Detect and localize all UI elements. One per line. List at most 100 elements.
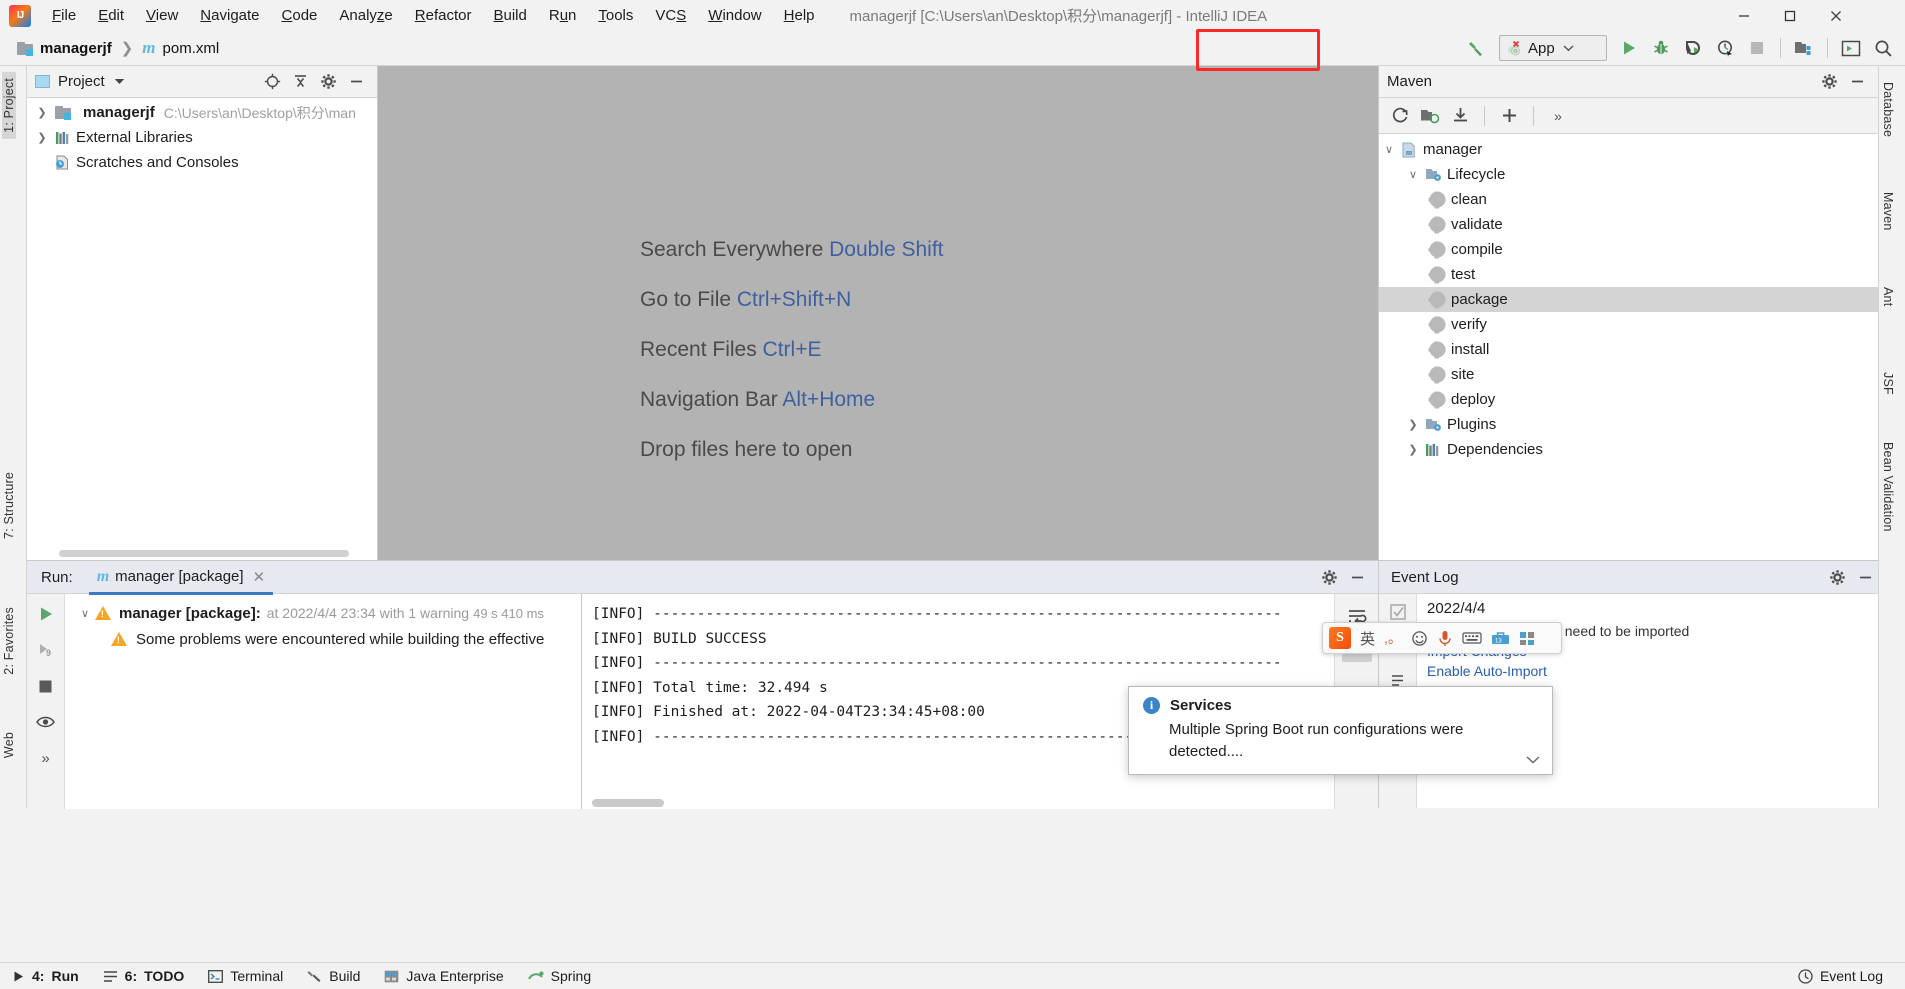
sidebar-item-project[interactable]: 1: Project [2,72,16,139]
add-icon[interactable] [1496,104,1522,128]
run-coverage-icon[interactable] [1677,34,1709,62]
toolbox-icon[interactable]: 13 [1491,630,1510,646]
maven-goal-test[interactable]: test [1379,262,1878,287]
run-configuration-selector[interactable]: App [1499,35,1607,61]
window-minimize-button[interactable] [1721,0,1767,31]
rerun-icon[interactable] [33,602,59,626]
hide-icon[interactable] [1344,565,1370,589]
build-result-warning[interactable]: Some problems were encountered while bui… [65,626,581,652]
event-log-link-enable-auto-import[interactable]: Enable Auto-Import [1427,663,1878,679]
open-terminal-icon[interactable] [1835,34,1867,62]
status-item-terminal[interactable]: Terminal [196,963,295,989]
menu-run[interactable]: Run [538,0,588,31]
services-notification-popup[interactable]: Services Multiple Spring Boot run config… [1128,686,1553,775]
menu-analyze[interactable]: Analyze [328,0,403,31]
breadcrumb-project[interactable]: managerjf [40,40,112,57]
maven-goal-clean[interactable]: clean [1379,187,1878,212]
tree-item-scratches[interactable]: Scratches and Consoles [27,150,377,175]
sidebar-item-ant[interactable]: Ant [1881,281,1895,312]
run-icon[interactable] [1613,34,1645,62]
ime-mode-chinese[interactable]: 英 [1360,628,1375,649]
menu-edit[interactable]: Edit [87,0,135,31]
gear-icon[interactable] [1316,565,1342,589]
gear-icon[interactable] [1824,565,1850,589]
tree-item-external-libraries[interactable]: ❯ External Libraries [27,125,377,150]
window-maximize-button[interactable] [1767,0,1813,31]
build-result-root[interactable]: ∨ manager [package]: at 2022/4/4 23:34 w… [65,600,581,626]
menu-vcs[interactable]: VCS [644,0,697,31]
tree-item-managerjf[interactable]: ❯ managerjf C:\Users\an\Desktop\积分\man [27,100,377,125]
menu-navigate[interactable]: Navigate [189,0,270,31]
close-icon[interactable]: ✕ [253,568,266,586]
gear-icon[interactable] [1816,70,1842,94]
expand-arrow-icon[interactable]: ❯ [1403,418,1423,431]
more-icon[interactable]: » [1545,104,1571,128]
reimport-icon[interactable] [1387,104,1413,128]
expand-arrow-icon[interactable]: ❯ [34,131,50,144]
search-icon[interactable] [1867,34,1899,62]
menu-build[interactable]: Build [482,0,537,31]
smiley-icon[interactable] [1411,630,1428,647]
menu-icon[interactable] [1519,631,1536,646]
gear-icon[interactable] [315,70,341,94]
keyboard-icon[interactable] [1462,631,1482,645]
ime-punctuation-toggle[interactable]: ,。 [1384,628,1402,648]
sidebar-item-maven[interactable]: Maven [1881,186,1895,237]
project-horizontal-scrollbar[interactable] [59,550,349,557]
sidebar-item-web[interactable]: Web [2,726,16,764]
maven-item-manager[interactable]: ∨ m manager [1379,137,1878,162]
status-item-build[interactable]: Build [295,963,372,989]
status-item-run[interactable]: 4: Run [0,963,91,989]
menu-code[interactable]: Code [271,0,329,31]
collapse-all-icon[interactable] [287,70,313,94]
maven-item-dependencies[interactable]: ❯ Dependencies [1379,437,1878,462]
console-horizontal-scrollbar[interactable] [592,799,664,807]
rerun-failed-icon[interactable]: 9 [33,638,59,662]
hide-icon[interactable] [1844,70,1870,94]
expand-arrow-icon[interactable]: ❯ [1403,443,1423,456]
collapse-arrow-icon[interactable]: ∨ [1403,168,1423,181]
menu-tools[interactable]: Tools [587,0,644,31]
hide-icon[interactable] [1852,565,1878,589]
maven-item-plugins[interactable]: ❯ Plugins [1379,412,1878,437]
status-item-spring[interactable]: Spring [516,963,603,989]
maven-goal-deploy[interactable]: deploy [1379,387,1878,412]
toggle-visibility-icon[interactable] [33,710,59,734]
expand-arrow-icon[interactable]: ❯ [34,106,50,119]
hide-icon[interactable] [343,70,369,94]
status-item-java-enterprise[interactable]: Java Enterprise [372,963,515,989]
run-tab-manager-package[interactable]: m manager [package] ✕ [88,562,274,595]
maven-goal-site[interactable]: site [1379,362,1878,387]
stop-icon[interactable] [33,674,59,698]
sogou-ime-toolbar[interactable]: 英 ,。 [1322,622,1562,654]
menu-help[interactable]: Help [773,0,826,31]
build-hammer-icon[interactable] [1461,34,1493,62]
locate-icon[interactable] [259,70,285,94]
maven-goal-validate[interactable]: validate [1379,212,1878,237]
menu-view[interactable]: View [135,0,189,31]
window-close-button[interactable] [1813,0,1859,31]
sogou-logo-icon[interactable] [1329,627,1351,649]
mark-read-icon[interactable] [1385,600,1411,624]
project-structure-icon[interactable] [1788,34,1820,62]
collapse-arrow-icon[interactable]: ∨ [1379,143,1399,156]
generate-sources-icon[interactable] [1417,104,1443,128]
maven-goal-compile[interactable]: compile [1379,237,1878,262]
status-item-todo[interactable]: 6: TODO [91,963,197,989]
sidebar-item-structure[interactable]: 7: Structure [2,466,16,545]
sidebar-item-jsf[interactable]: JSF [1881,366,1895,401]
maven-goal-package[interactable]: package [1379,287,1878,312]
chevron-down-icon[interactable] [1526,755,1540,764]
profiler-icon[interactable] [1709,34,1741,62]
stop-icon[interactable] [1741,34,1773,62]
sidebar-item-bean-validation[interactable]: Bean Validation [1881,436,1895,538]
collapse-arrow-icon[interactable]: ∨ [75,607,95,620]
sidebar-item-favorites[interactable]: 2: Favorites [2,601,16,681]
more-icon[interactable]: » [33,746,59,770]
menu-window[interactable]: Window [697,0,772,31]
maven-goal-install[interactable]: install [1379,337,1878,362]
debug-icon[interactable] [1645,34,1677,62]
download-sources-icon[interactable] [1447,104,1473,128]
maven-goal-verify[interactable]: verify [1379,312,1878,337]
breadcrumb-file[interactable]: pom.xml [163,40,220,57]
